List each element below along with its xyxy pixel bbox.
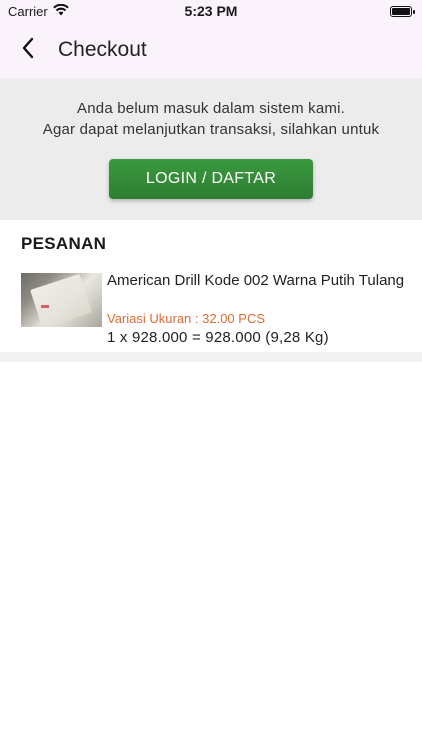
battery-level: [392, 7, 410, 15]
product-variant: Variasi Ukuran : 32.00 PCS: [107, 311, 265, 326]
back-button[interactable]: [0, 22, 56, 78]
section-divider: [0, 352, 422, 362]
login-message: Anda belum masuk dalam sistem kami. Agar…: [0, 78, 422, 140]
wifi-icon: [52, 3, 69, 19]
product-thumbnail: [21, 273, 102, 327]
page-title: Checkout: [58, 38, 147, 61]
fabric-tag: [41, 305, 49, 308]
login-register-button[interactable]: LOGIN / DAFTAR: [109, 159, 313, 199]
status-time: 5:23 PM: [184, 3, 238, 19]
chevron-left-icon: [21, 37, 35, 64]
product-total: 1 x 928.000 = 928.000 (9,28 Kg): [107, 329, 329, 346]
fabric-fold: [30, 273, 92, 327]
status-left: Carrier: [8, 3, 69, 19]
section-title: PESANAN: [21, 234, 107, 253]
login-message-line-2: Agar dapat melanjutkan transaksi, silahk…: [42, 121, 380, 138]
status-bar: Carrier 5:23 PM: [0, 0, 422, 22]
order-item[interactable]: American Drill Kode 002 Warna Putih Tula…: [21, 270, 411, 350]
navigation-bar: Checkout: [0, 22, 422, 78]
login-prompt-panel: Anda belum masuk dalam sistem kami. Agar…: [0, 78, 422, 220]
product-name: American Drill Kode 002 Warna Putih Tula…: [107, 272, 405, 289]
carrier-label: Carrier: [8, 3, 48, 19]
battery-icon: [390, 5, 415, 17]
login-message-line-1: Anda belum masuk dalam sistem kami.: [77, 100, 345, 117]
